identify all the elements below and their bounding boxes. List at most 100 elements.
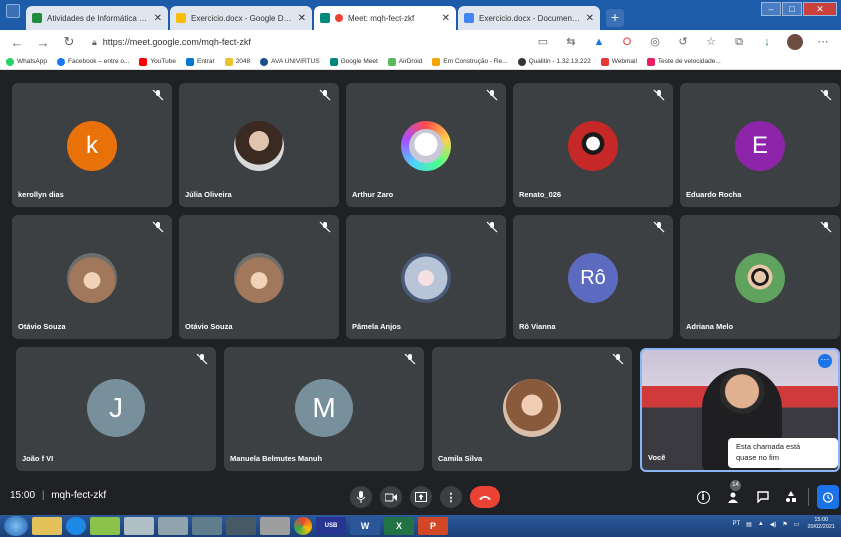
avatar-photo — [735, 253, 785, 303]
opera-icon[interactable]: O — [619, 34, 635, 50]
start-button[interactable] — [4, 516, 28, 536]
cast-icon[interactable]: ▭ — [535, 34, 551, 50]
reload-icon[interactable]: ↻ — [60, 34, 78, 50]
participant-tile[interactable]: M Manuela Belmutes Manuh — [224, 347, 424, 471]
bookmark-airdroid[interactable]: AirDroid — [387, 57, 423, 66]
volume-icon[interactable]: ◀) — [770, 521, 777, 528]
tab-drive[interactable]: Exercicio.docx - Google Drive ✕ — [170, 6, 312, 30]
tab-meet[interactable]: Meet: mqh-fect-zkf ✕ — [314, 6, 456, 30]
leave-call-button[interactable] — [470, 486, 500, 508]
bookmark-em-construcao[interactable]: Em Construção - Re... — [432, 57, 508, 66]
app-icon[interactable] — [124, 517, 154, 535]
host-controls-button[interactable] — [817, 485, 839, 509]
close-icon[interactable]: ✕ — [442, 13, 450, 24]
mic-button[interactable] — [350, 486, 372, 508]
close-window-button[interactable]: ✕ — [803, 2, 837, 16]
edge-icon[interactable] — [66, 517, 86, 535]
bookmark-facebook[interactable]: Facebook – entre o... — [57, 57, 129, 66]
new-tab-button[interactable]: + — [606, 9, 624, 27]
participant-tile[interactable]: Júlia Oliveira — [179, 83, 339, 207]
extension-icon[interactable]: ◎ — [647, 34, 663, 50]
bookmark-label: AirDroid — [398, 58, 423, 65]
meeting-code: mqh-fect-zkf — [51, 490, 107, 501]
bookmark-label: Entrar — [196, 58, 215, 65]
people-button[interactable]: 14 — [724, 480, 742, 506]
extension-icon[interactable]: ▲ — [591, 34, 607, 50]
more-options-button[interactable]: ⋮ — [440, 486, 462, 508]
app-icon[interactable] — [192, 517, 222, 535]
powerpoint-icon[interactable]: P — [418, 517, 448, 535]
translate-icon[interactable]: ⇆ — [563, 34, 579, 50]
url-input[interactable]: 🔒︎ https://meet.google.com/mqh-fect-zkf — [92, 37, 251, 48]
chat-button[interactable] — [754, 488, 772, 506]
muted-mic-icon — [612, 353, 624, 365]
tray-arrow-icon[interactable]: ▲ — [758, 521, 764, 527]
bookmark-google-meet[interactable]: Google Meet — [329, 57, 378, 66]
forward-icon[interactable]: → — [34, 35, 52, 50]
bookmark-label: Qualitin - 1.32.13.222 — [528, 58, 591, 65]
usb-drive-icon[interactable]: USB — [316, 517, 346, 535]
close-icon[interactable]: ✕ — [298, 13, 306, 24]
calculator-icon[interactable] — [158, 517, 188, 535]
participant-tile[interactable]: Otávio Souza — [12, 215, 172, 339]
more-vertical-icon: ⋮ — [445, 491, 457, 504]
bookmark-youtube[interactable]: YouTube — [139, 57, 176, 66]
bookmark-whatsapp[interactable]: WhatsApp — [6, 57, 47, 66]
avatar-photo — [503, 379, 561, 437]
present-screen-button[interactable] — [410, 486, 432, 508]
network-icon[interactable]: ▭ — [794, 521, 800, 528]
maximize-button[interactable]: □ — [782, 2, 802, 16]
paint-icon[interactable] — [90, 517, 120, 535]
call-ending-tooltip: Esta chamada está quase no fim — [728, 438, 838, 468]
participant-tile[interactable]: Otávio Souza — [179, 215, 339, 339]
flag-icon[interactable]: ⚑ — [782, 521, 787, 528]
meeting-details-button[interactable]: i — [694, 488, 712, 506]
participant-tile[interactable]: k kerollyn dias — [12, 83, 172, 207]
participant-tile[interactable]: Pâmela Anjos — [346, 215, 506, 339]
participant-name: João f VI — [22, 454, 54, 463]
download-icon[interactable]: ↓ — [759, 34, 775, 50]
activities-button[interactable] — [782, 488, 800, 506]
tab-docs[interactable]: Exercicio.docx - Documentos Go ✕ — [458, 6, 600, 30]
bookmark-2048[interactable]: 2048 — [224, 57, 250, 66]
camera-button[interactable] — [380, 486, 402, 508]
refresh-extension-icon[interactable]: ↺ — [675, 34, 691, 50]
back-icon[interactable]: ← — [8, 35, 26, 50]
paint-brush-icon[interactable] — [260, 517, 290, 535]
window-menu-icon[interactable] — [6, 4, 20, 18]
excel-icon[interactable]: X — [384, 517, 414, 535]
bookmark-qualitin[interactable]: Qualitin - 1.32.13.222 — [517, 57, 591, 66]
participant-tile[interactable]: Arthur Zaro — [346, 83, 506, 207]
chrome-icon[interactable] — [294, 517, 312, 535]
bookmark-ava[interactable]: AVA UNIVIRTUS — [260, 57, 320, 66]
present-screen-icon — [415, 492, 427, 502]
collections-icon[interactable]: ⧉ — [731, 34, 747, 50]
more-options-icon[interactable]: ⋯ — [818, 354, 832, 368]
system-clock[interactable]: 15:00 20/02/2021 — [807, 517, 835, 531]
bookmark-webmail[interactable]: Webmail — [600, 57, 637, 66]
participant-tile[interactable]: Adriana Melo — [680, 215, 840, 339]
word-icon[interactable]: W — [350, 517, 380, 535]
facebook-icon — [57, 57, 65, 66]
airdroid-icon — [387, 57, 396, 66]
file-explorer-icon[interactable] — [32, 517, 62, 535]
minimize-button[interactable]: – — [761, 2, 781, 16]
bookmark-teste-velocidade[interactable]: Teste de velocidade... — [646, 57, 721, 66]
window-controls: – □ ✕ — [760, 2, 837, 16]
participant-tile[interactable]: E Eduardo Rocha — [680, 83, 840, 207]
tab-atividades[interactable]: Atividades de Informática Básica ✕ — [26, 6, 168, 30]
monitor-icon[interactable] — [226, 517, 256, 535]
close-icon[interactable]: ✕ — [154, 13, 162, 24]
muted-mic-icon — [319, 89, 331, 101]
participant-tile[interactable]: Renato_026 — [513, 83, 673, 207]
bookmark-star-icon[interactable]: ☆ — [703, 34, 719, 50]
participant-tile[interactable]: J João f VI — [16, 347, 216, 471]
close-icon[interactable]: ✕ — [586, 13, 594, 24]
language-indicator[interactable]: PT — [732, 521, 740, 527]
participant-tile[interactable]: Camila Silva — [432, 347, 632, 471]
bookmark-entrar[interactable]: Entrar — [185, 57, 215, 66]
more-menu-icon[interactable]: ⋯ — [815, 34, 831, 50]
participant-tile[interactable]: Rô Rô Vianna — [513, 215, 673, 339]
profile-avatar[interactable] — [787, 34, 803, 50]
keyboard-icon[interactable]: ▤ — [746, 521, 752, 528]
